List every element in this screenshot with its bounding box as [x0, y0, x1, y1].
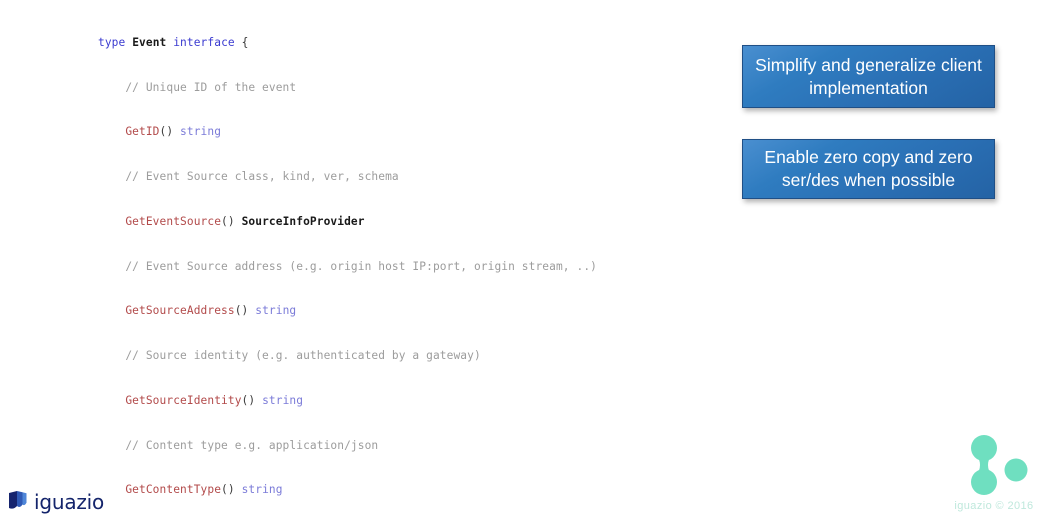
code-line: GetSourceIdentity() string — [125, 393, 304, 407]
code-block: type Event interface { // Unique ID of t… — [98, 6, 734, 523]
code-line: // Event Source address (e.g. origin hos… — [125, 259, 597, 273]
iguazio-flag-logo-icon — [6, 489, 32, 515]
callout-zero-copy: Enable zero copy and zero ser/des when p… — [742, 139, 995, 199]
code-line: GetSourceAddress() string — [125, 304, 297, 318]
callout-text: Enable zero copy and zero ser/des when p… — [764, 147, 973, 190]
code-line: // Source identity (e.g. authenticated b… — [125, 349, 481, 363]
code-line: type Event interface { — [98, 35, 249, 49]
iguazio-watermark: iguazio © 2016 — [948, 432, 1040, 518]
watermark-copyright: iguazio © 2016 — [954, 500, 1034, 512]
iguazio-logo: iguazio — [6, 487, 104, 517]
code-line: // Event Source class, kind, ver, schema — [125, 170, 399, 184]
iguazio-wordmark: iguazio — [34, 490, 105, 514]
callout-simplify-generalize: Simplify and generalize client implement… — [742, 45, 995, 108]
code-line: GetContentType() string — [125, 483, 283, 497]
code-line: GetEventSource() SourceInfoProvider — [125, 214, 365, 228]
callout-text: Simplify and generalize client implement… — [755, 54, 982, 98]
slide-canvas: type Event interface { // Unique ID of t… — [0, 0, 1046, 523]
code-line: GetID() string — [125, 125, 222, 139]
code-line: // Unique ID of the event — [125, 80, 297, 94]
code-line: // Content type e.g. application/json — [125, 438, 379, 452]
iguazio-dots-logo-icon — [948, 432, 1040, 498]
